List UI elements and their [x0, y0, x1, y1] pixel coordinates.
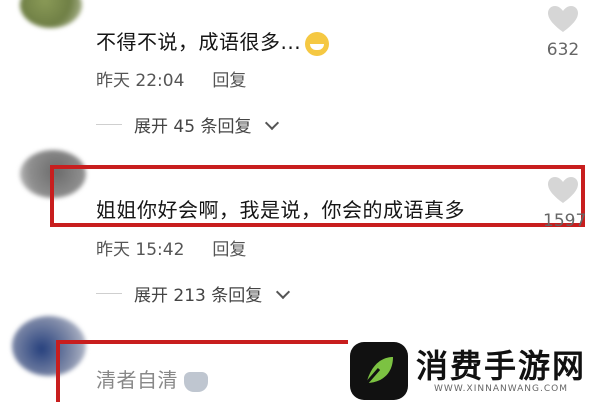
chevron-down-icon — [265, 115, 280, 130]
expand-replies-button[interactable]: 展开 45 条回复 — [96, 112, 280, 137]
like-button[interactable]: 632 — [543, 4, 583, 60]
comment-text-content: 不得不说，成语很多... — [96, 30, 302, 54]
comment-text: 不得不说，成语很多... — [96, 26, 330, 56]
site-logo-icon — [350, 342, 408, 400]
timestamp: 昨天 15:42 — [96, 240, 185, 260]
watermark-url: WWW.XINNANWANG.COM — [434, 384, 568, 394]
expand-replies-label: 展开 213 条回复 — [134, 286, 263, 306]
comment-meta: 昨天 15:42 回复 — [96, 235, 246, 260]
reply-button[interactable]: 回复 — [212, 235, 246, 260]
cat-emoji-icon — [184, 371, 208, 392]
expand-replies-button[interactable]: 展开 213 条回复 — [96, 281, 291, 306]
comment-text-content: 清者自清 — [96, 368, 178, 392]
chevron-down-icon — [276, 284, 291, 299]
avatar[interactable] — [20, 0, 82, 28]
like-count: 1597 — [543, 211, 587, 231]
watermark-text: 消费手游网 WWW.XINNANWANG.COM — [416, 348, 586, 394]
comment-text: 姐姐你好会啊，我是说，你会的成语真多 — [96, 194, 465, 223]
watermark-title: 消费手游网 — [416, 347, 587, 385]
watermark: 消费手游网 WWW.XINNANWANG.COM — [348, 340, 600, 402]
like-button[interactable]: 1597 — [543, 175, 587, 231]
expand-replies-label: 展开 45 条回复 — [134, 117, 252, 137]
reply-button[interactable]: 回复 — [212, 66, 246, 91]
leaf-check-icon — [363, 357, 393, 386]
heart-icon — [548, 177, 578, 203]
comment-text: 清者自清 — [96, 364, 208, 393]
divider — [96, 293, 122, 294]
heart-icon — [548, 6, 578, 32]
comment-meta: 昨天 22:04 回复 — [96, 66, 246, 91]
grinning-sweat-emoji-icon — [305, 31, 330, 56]
comment-text-content: 姐姐你好会啊，我是说，你会的成语真多 — [96, 198, 465, 222]
divider — [96, 124, 122, 125]
like-count: 632 — [546, 40, 580, 60]
timestamp: 昨天 22:04 — [96, 71, 185, 91]
